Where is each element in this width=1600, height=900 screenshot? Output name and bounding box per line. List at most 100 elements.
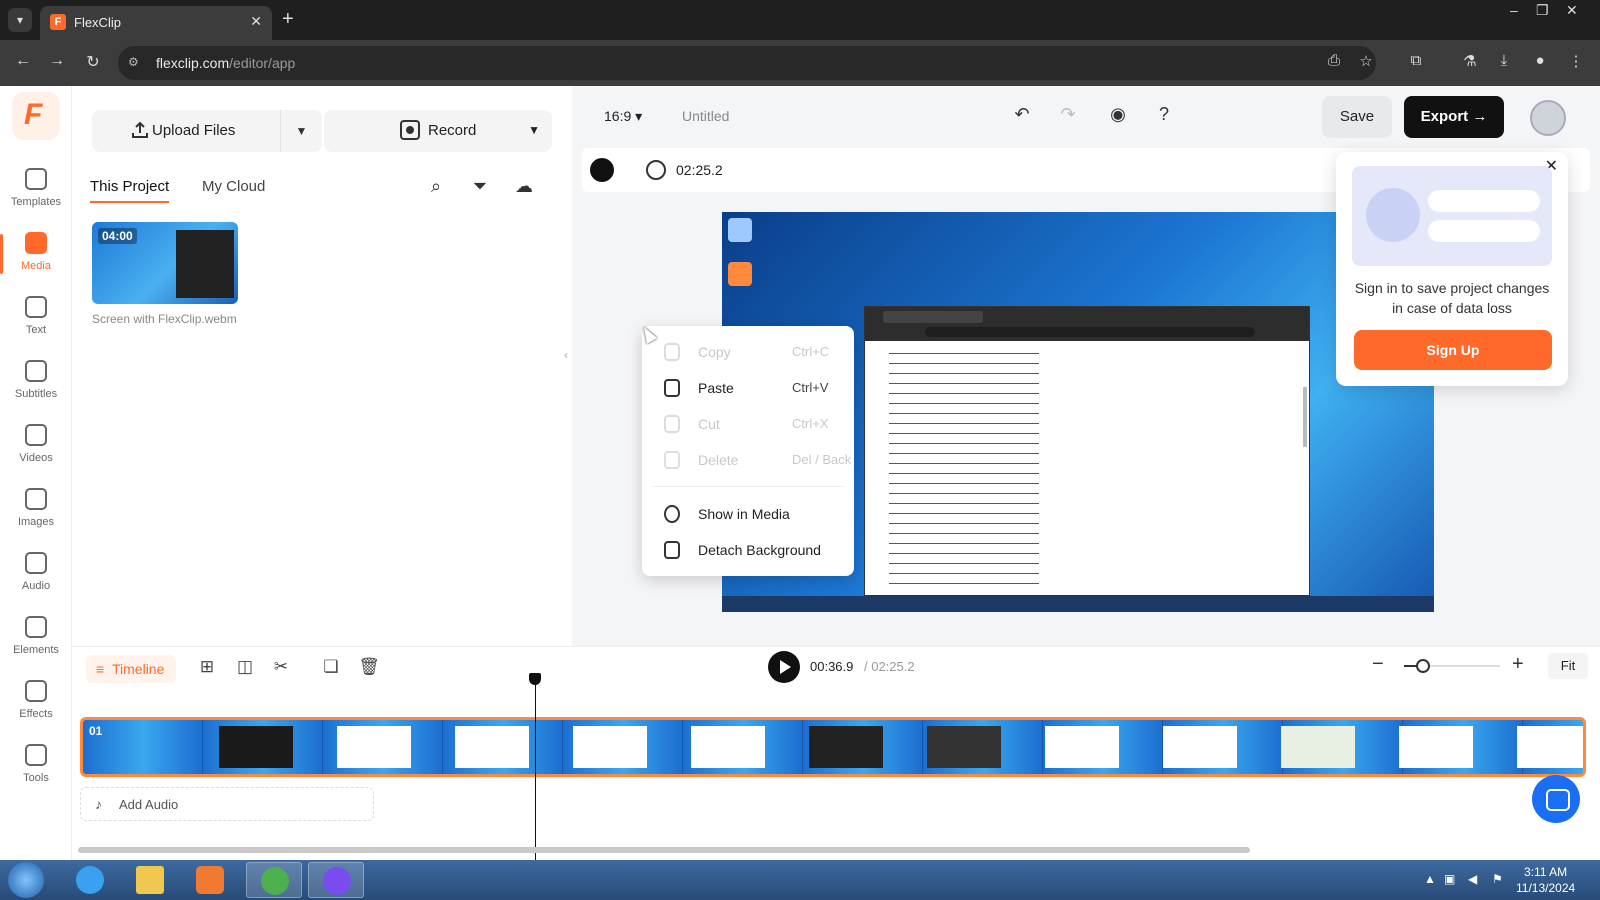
record-button[interactable]: Record ▼ bbox=[324, 110, 552, 152]
rail-item-images[interactable]: Images bbox=[0, 488, 72, 544]
rail-item-elements[interactable]: Elements bbox=[0, 616, 72, 672]
zoom-in-icon[interactable]: + bbox=[1512, 653, 1524, 676]
record-chevron-down-icon[interactable]: ▼ bbox=[528, 123, 540, 137]
menu-item-detach-background[interactable]: Detach Background bbox=[642, 532, 854, 568]
menu-item-cut[interactable]: Cut Ctrl+X bbox=[642, 406, 854, 442]
tab-close-icon[interactable]: ✕ bbox=[250, 13, 262, 30]
media-panel: Upload Files ▼ Record ▼ This Project My … bbox=[72, 86, 572, 646]
split-icon[interactable]: ◫ bbox=[234, 657, 256, 679]
trash-icon[interactable]: 🗑 bbox=[358, 657, 380, 679]
timeline-toggle[interactable]: Timeline bbox=[86, 655, 177, 683]
system-clock[interactable]: 3:11 AM 11/13/2024 bbox=[1516, 864, 1575, 896]
fit-button[interactable]: Fit bbox=[1548, 653, 1588, 679]
rail-item-templates[interactable]: Templates bbox=[0, 168, 72, 224]
search-icon[interactable]: ⌕ bbox=[424, 176, 448, 200]
rail-item-tools[interactable]: Tools bbox=[0, 744, 72, 800]
video-track-clip[interactable]: 01 bbox=[80, 717, 1586, 777]
forward-icon[interactable]: → bbox=[46, 52, 68, 70]
chrome-taskbar-icon[interactable] bbox=[246, 862, 302, 898]
redo-icon[interactable]: ↷ bbox=[1056, 104, 1080, 128]
window-close-icon[interactable]: ✕ bbox=[1566, 2, 1578, 19]
export-button[interactable]: Export → bbox=[1404, 96, 1504, 138]
volume-muted-icon[interactable]: ◀ bbox=[1468, 872, 1477, 886]
preview-icon[interactable]: ◉ bbox=[1106, 104, 1130, 128]
reload-icon[interactable]: ↻ bbox=[82, 52, 104, 72]
site-settings-icon[interactable]: ⚙ bbox=[128, 55, 144, 71]
clip-frame bbox=[455, 726, 529, 768]
back-icon[interactable]: ← bbox=[12, 52, 34, 70]
menu-item-copy[interactable]: Copy Ctrl+C bbox=[642, 334, 854, 370]
clip-frame bbox=[1517, 726, 1583, 768]
firefox-taskbar-icon[interactable] bbox=[308, 862, 364, 898]
help-icon[interactable]: ? bbox=[1152, 104, 1176, 128]
extensions-icon[interactable]: ⧉ bbox=[1406, 52, 1426, 72]
menu-item-paste[interactable]: Paste Ctrl+V bbox=[642, 370, 854, 406]
project-title[interactable]: Untitled bbox=[682, 108, 729, 124]
windows-start-button[interactable] bbox=[8, 862, 44, 898]
rail-item-text[interactable]: Text bbox=[0, 296, 72, 352]
collapse-panel-chevron-icon[interactable]: ‹ bbox=[564, 348, 574, 372]
show-hidden-icons-icon[interactable]: ▲ bbox=[1424, 872, 1436, 886]
flexclip-logo[interactable]: F bbox=[12, 92, 60, 140]
network-icon[interactable]: ▣ bbox=[1444, 872, 1455, 886]
minimize-icon[interactable]: – bbox=[1510, 2, 1518, 18]
recorded-browser-window bbox=[864, 306, 1310, 596]
tab-title: FlexClip bbox=[74, 15, 121, 30]
labs-icon[interactable]: ⚗ bbox=[1460, 52, 1480, 72]
computer-desktop-icon bbox=[728, 218, 752, 242]
rail-item-audio[interactable]: Audio bbox=[0, 552, 72, 608]
menu-item-show-in-media[interactable]: Show in Media bbox=[642, 496, 854, 532]
images-icon bbox=[25, 488, 47, 510]
play-button[interactable] bbox=[768, 651, 800, 683]
zoom-out-icon[interactable]: − bbox=[1372, 653, 1384, 676]
menu-item-delete[interactable]: Delete Del / Back bbox=[642, 442, 854, 478]
profile-icon[interactable]: ● bbox=[1530, 52, 1550, 72]
clock-icon bbox=[646, 160, 666, 180]
bookmark-star-icon[interactable]: ☆ bbox=[1356, 52, 1376, 72]
rail-item-videos[interactable]: Videos bbox=[0, 424, 72, 480]
media-asset-thumbnail[interactable]: 04:00 bbox=[92, 222, 238, 304]
tab-search-button[interactable]: ▾ bbox=[8, 8, 32, 32]
tab-this-project[interactable]: This Project bbox=[90, 178, 170, 203]
background-color-swatch[interactable] bbox=[590, 158, 614, 182]
restore-icon[interactable]: ❐ bbox=[1536, 2, 1549, 19]
new-tab-button[interactable]: + bbox=[282, 8, 294, 30]
upload-options-chevron-down-icon[interactable]: ▼ bbox=[280, 110, 322, 152]
scissors-icon[interactable]: ✂ bbox=[270, 657, 292, 679]
rail-item-effects[interactable]: Effects bbox=[0, 680, 72, 736]
videos-icon bbox=[25, 424, 47, 446]
rail-item-subtitles[interactable]: Subtitles bbox=[0, 360, 72, 416]
file-explorer-taskbar-icon[interactable] bbox=[122, 862, 178, 898]
install-app-icon[interactable]: ⎙ bbox=[1324, 52, 1344, 72]
filter-icon[interactable]: ⏷ bbox=[468, 176, 492, 200]
duplicate-icon[interactable]: ❏ bbox=[320, 657, 342, 679]
zoom-slider-handle[interactable] bbox=[1416, 659, 1431, 673]
add-scene-icon[interactable]: ⊞ bbox=[196, 657, 218, 679]
internet-explorer-taskbar-icon[interactable] bbox=[62, 862, 118, 898]
tab-my-cloud[interactable]: My Cloud bbox=[202, 178, 265, 195]
recorded-taskbar bbox=[722, 596, 1434, 612]
signin-popover: ✕ Sign in to save project changes in cas… bbox=[1336, 152, 1568, 386]
avatar[interactable] bbox=[1530, 100, 1566, 136]
action-center-flag-icon[interactable]: ⚑ bbox=[1492, 872, 1503, 886]
playhead[interactable] bbox=[529, 673, 541, 861]
scene-duration[interactable]: 02:25.2 bbox=[676, 162, 723, 178]
media-player-taskbar-icon[interactable] bbox=[182, 862, 238, 898]
sign-up-button[interactable]: Sign Up bbox=[1354, 330, 1552, 370]
browser-tab-flexclip[interactable]: F FlexClip ✕ bbox=[40, 6, 272, 40]
thumbnail-preview bbox=[176, 230, 234, 298]
download-icon[interactable]: ⤓ bbox=[1494, 52, 1514, 72]
address-bar[interactable]: ⚙ flexclip.com/editor/app bbox=[118, 46, 1376, 80]
copy-icon bbox=[664, 343, 680, 361]
chat-support-button[interactable] bbox=[1532, 775, 1580, 823]
undo-icon[interactable]: ↶ bbox=[1010, 104, 1034, 128]
aspect-ratio-select[interactable]: 16:9 ▾ bbox=[604, 108, 642, 125]
add-audio-button[interactable]: ♪ Add Audio bbox=[80, 787, 374, 821]
menu-kebab-icon[interactable]: ⋮ bbox=[1566, 52, 1586, 72]
cloud-off-icon[interactable]: ☁ bbox=[512, 176, 536, 200]
rail-item-media[interactable]: Media bbox=[0, 232, 72, 288]
timeline-scrollbar[interactable] bbox=[78, 847, 1250, 853]
record-icon bbox=[400, 120, 420, 140]
signin-message: Sign in to save project changes in case … bbox=[1354, 280, 1550, 316]
save-button[interactable]: Save bbox=[1322, 96, 1392, 138]
